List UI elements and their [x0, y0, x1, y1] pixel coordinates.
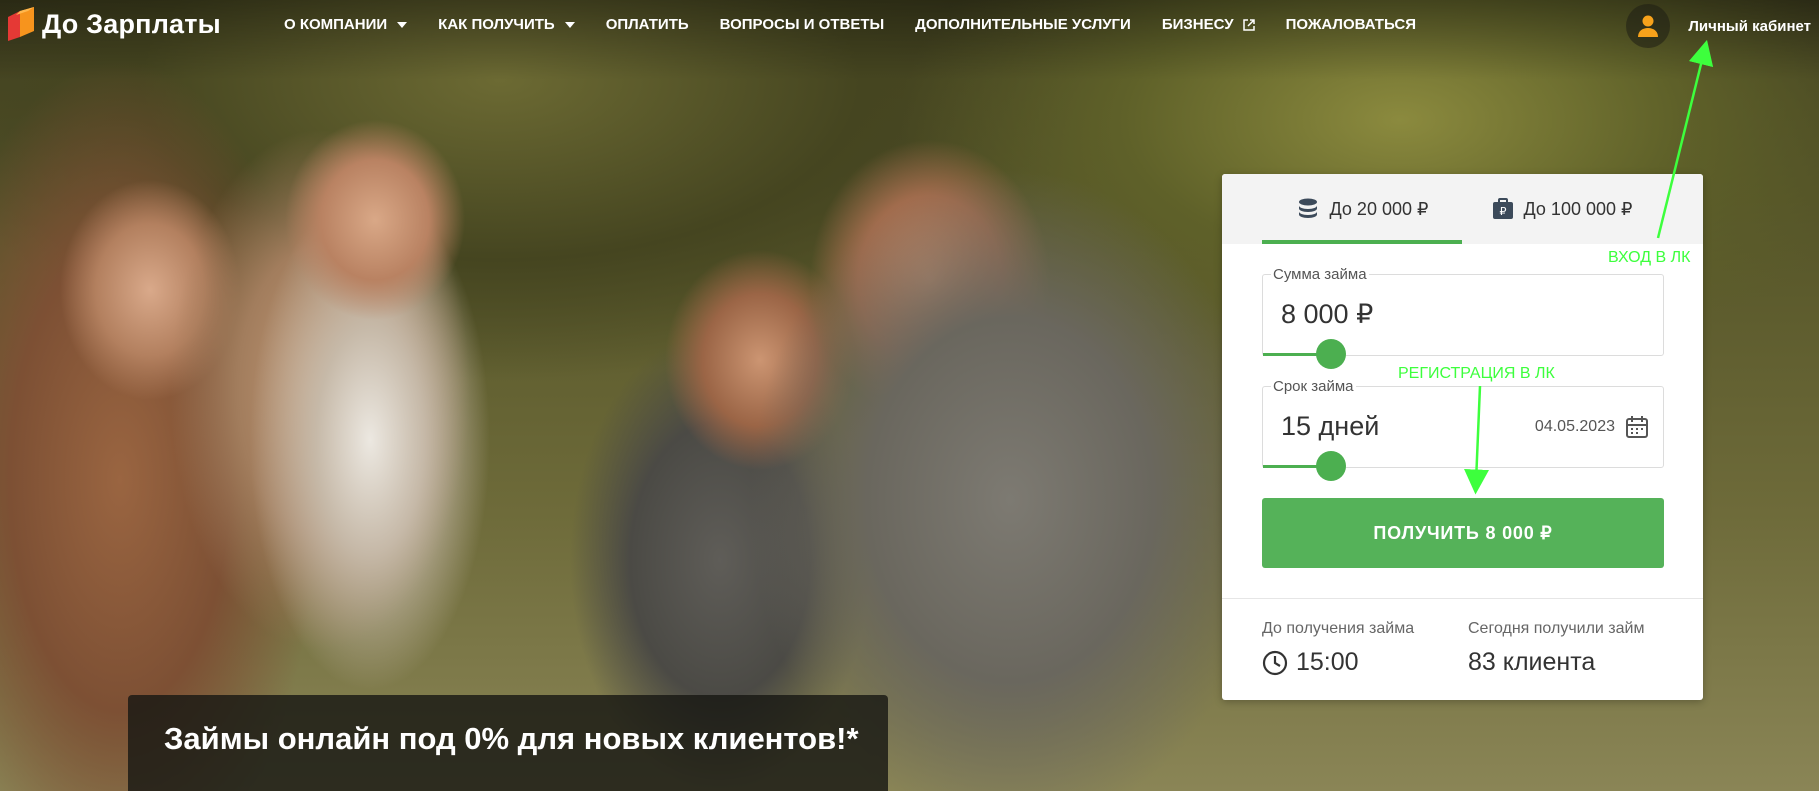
tab-up-to-20000[interactable]: До 20 000 ₽	[1262, 174, 1462, 244]
nav-item-how-to-get[interactable]: КАК ПОЛУЧИТЬ	[438, 16, 575, 33]
loan-term-slider[interactable]	[1263, 451, 1663, 481]
stat-time-label: До получения займа	[1262, 620, 1415, 637]
account-link[interactable]: Личный кабинет	[1626, 4, 1811, 48]
caret-down-icon	[397, 21, 408, 28]
nav-item-extra-services[interactable]: ДОПОЛНИТЕЛЬНЫЕ УСЛУГИ	[915, 16, 1131, 33]
main-nav: О КОМПАНИИ КАК ПОЛУЧИТЬ ОПЛАТИТЬ ВОПРОСЫ…	[284, 16, 1447, 33]
loan-return-date[interactable]: 04.05.2023	[1535, 415, 1649, 439]
loan-amount-slider[interactable]	[1263, 339, 1663, 369]
user-icon	[1638, 15, 1659, 37]
logo[interactable]: До Зарплаты	[6, 7, 221, 41]
promo-banner-text: Займы онлайн под 0% для новых клиентов!*	[164, 721, 859, 756]
loan-amount-field[interactable]: Сумма займа 8 000 ₽	[1262, 266, 1664, 369]
nav-item-faq[interactable]: ВОПРОСЫ И ОТВЕТЫ	[720, 16, 885, 33]
stat-clients-today: Сегодня получили займ 83 клиента	[1468, 620, 1644, 677]
stat-clients-value: 83 клиента	[1468, 648, 1596, 676]
account-label: Личный кабинет	[1688, 17, 1811, 35]
loan-term-slider-handle[interactable]	[1316, 451, 1346, 481]
get-loan-button[interactable]: ПОЛУЧИТЬ 8 000 ₽	[1262, 498, 1664, 568]
nav-item-business[interactable]: БИЗНЕСУ	[1162, 16, 1255, 33]
tab-up-to-100000[interactable]: ₽ До 100 000 ₽	[1462, 174, 1662, 244]
stat-time-to-loan: До получения займа 15:00	[1262, 620, 1414, 677]
divider	[1222, 598, 1703, 599]
loan-amount-value: 8 000 ₽	[1281, 299, 1374, 329]
loan-term-value: 15 дней	[1281, 411, 1380, 441]
stat-time-value: 15:00	[1296, 648, 1359, 676]
nav-item-about[interactable]: О КОМПАНИИ	[284, 16, 408, 33]
coins-icon	[1298, 198, 1317, 218]
calendar-icon	[1626, 416, 1648, 438]
svg-text:₽: ₽	[1499, 205, 1506, 218]
logo-text: До Зарплаты	[42, 8, 221, 39]
caret-down-icon	[564, 21, 575, 28]
briefcase-ruble-icon: ₽	[1492, 198, 1513, 219]
logo-icon	[8, 7, 34, 41]
promo-banner: Займы онлайн под 0% для новых клиентов!*	[128, 695, 888, 791]
nav-item-pay[interactable]: ОПЛАТИТЬ	[606, 16, 689, 33]
loan-term-label: Срок займа	[1271, 378, 1356, 395]
external-link-icon	[1242, 18, 1255, 31]
site-header: До Зарплаты О КОМПАНИИ КАК ПОЛУЧИТЬ ОПЛА…	[0, 0, 1819, 52]
clock-icon	[1262, 650, 1288, 675]
loan-term-field[interactable]: Срок займа 15 дней 04.05.2023	[1262, 378, 1664, 481]
loan-tabs: До 20 000 ₽ ₽ До 100 000 ₽	[1222, 174, 1703, 244]
loan-amount-label: Сумма займа	[1271, 266, 1369, 283]
avatar[interactable]	[1626, 4, 1671, 48]
nav-item-complain[interactable]: ПОЖАЛОВАТЬСЯ	[1286, 16, 1416, 33]
loan-return-date-text: 04.05.2023	[1534, 418, 1615, 435]
stat-clients-label: Сегодня получили займ	[1468, 620, 1645, 637]
annotation-login: ВХОД В ЛК	[1608, 249, 1691, 266]
annotation-register: РЕГИСТРАЦИЯ В ЛК	[1398, 365, 1555, 382]
loan-amount-slider-handle[interactable]	[1316, 339, 1346, 369]
